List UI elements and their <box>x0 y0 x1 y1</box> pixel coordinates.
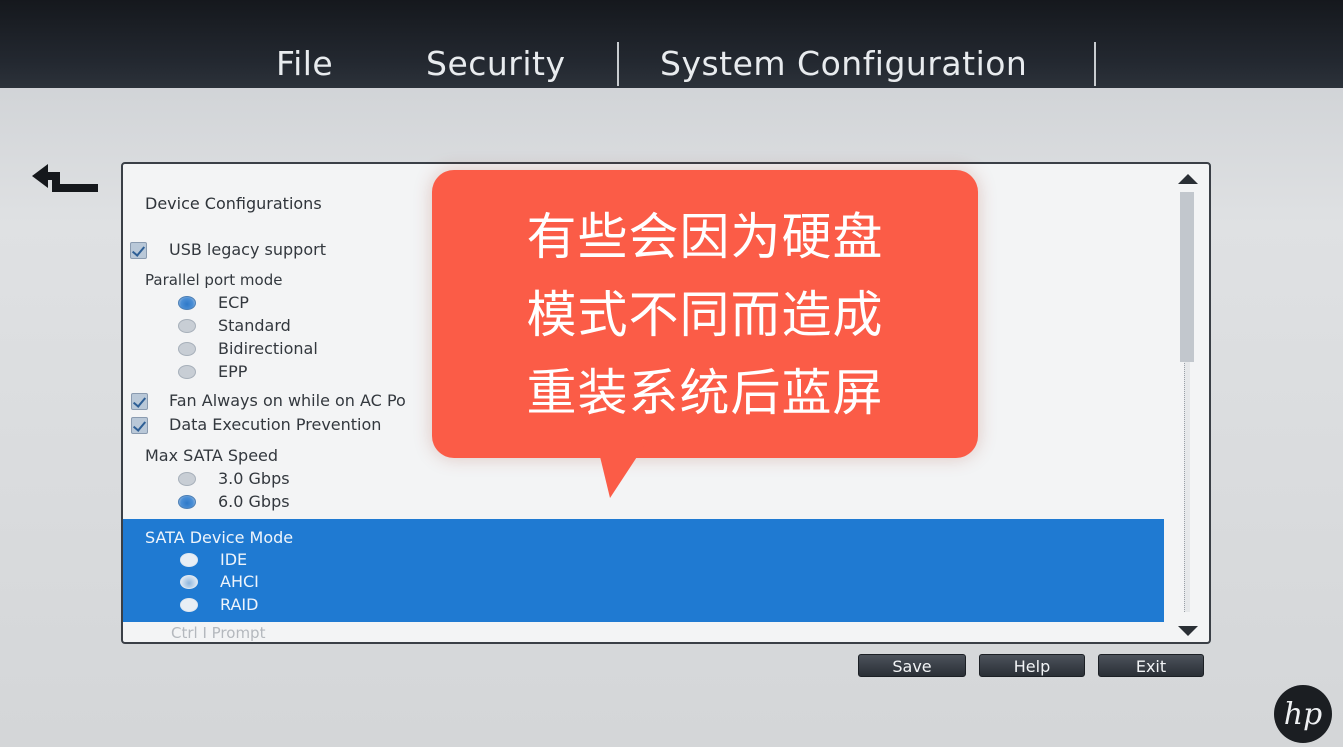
scroll-down-arrow-icon[interactable] <box>1176 624 1200 640</box>
annotation-callout: 有些会因为硬盘 模式不同而造成 重装系统后蓝屏 <box>432 170 978 458</box>
parallel-epp-radio[interactable] <box>178 365 196 379</box>
scroll-thumb[interactable] <box>1180 192 1194 362</box>
sata-mode-ahci-radio[interactable] <box>180 575 198 589</box>
parallel-ecp-radio[interactable] <box>178 296 196 310</box>
sata-mode-raid-label: RAID <box>220 595 259 614</box>
save-button[interactable]: Save <box>858 654 966 677</box>
sata-device-mode-selected-row[interactable]: SATA Device Mode IDE AHCI RAID <box>123 519 1164 622</box>
dep-label: Data Execution Prevention <box>169 415 382 434</box>
menu-security[interactable]: Security <box>426 44 566 83</box>
exit-button[interactable]: Exit <box>1098 654 1204 677</box>
sata-speed-6-radio[interactable] <box>178 495 196 509</box>
sata-speed-3-radio[interactable] <box>178 472 196 486</box>
callout-tail <box>596 440 648 498</box>
hp-logo-icon: hp <box>1274 685 1332 743</box>
section-title: Device Configurations <box>145 194 322 213</box>
parallel-bidirectional-radio[interactable] <box>178 342 196 356</box>
callout-line-3: 重装系统后蓝屏 <box>526 364 884 422</box>
callout-line-2: 模式不同而造成 <box>526 286 884 344</box>
parallel-port-label: Parallel port mode <box>145 271 283 289</box>
fan-always-on-label: Fan Always on while on AC Po <box>169 391 406 410</box>
sata-mode-ide-radio[interactable] <box>180 553 198 567</box>
parallel-epp-label: EPP <box>218 362 248 381</box>
menu-file[interactable]: File <box>276 44 333 83</box>
menu-system-configuration[interactable]: System Configuration <box>660 44 1027 83</box>
sata-speed-6-label: 6.0 Gbps <box>218 492 290 511</box>
back-arrow-icon[interactable] <box>30 162 102 198</box>
parallel-ecp-label: ECP <box>218 293 249 312</box>
svg-text:hp: hp <box>1284 697 1323 732</box>
sata-device-mode-label: SATA Device Mode <box>145 528 294 547</box>
parallel-bidirectional-label: Bidirectional <box>218 339 318 358</box>
menu-separator <box>1094 42 1096 86</box>
ctrl-i-prompt-label[interactable]: Ctrl I Prompt <box>171 624 265 642</box>
callout-text: 有些会因为硬盘 模式不同而造成 重装系统后蓝屏 <box>432 198 978 432</box>
parallel-standard-label: Standard <box>218 316 291 335</box>
help-button[interactable]: Help <box>979 654 1085 677</box>
top-menu-bar: File Security System Configuration <box>0 0 1343 88</box>
sata-mode-raid-radio[interactable] <box>180 598 198 612</box>
sata-mode-ide-label: IDE <box>220 550 248 569</box>
fan-always-on-checkbox[interactable] <box>131 393 148 410</box>
usb-legacy-checkbox[interactable] <box>130 242 147 259</box>
parallel-standard-radio[interactable] <box>178 319 196 333</box>
max-sata-speed-label: Max SATA Speed <box>145 446 279 465</box>
menu-separator <box>617 42 619 86</box>
sata-mode-ahci-label: AHCI <box>220 572 259 591</box>
dep-checkbox[interactable] <box>131 417 148 434</box>
callout-line-1: 有些会因为硬盘 <box>526 208 884 266</box>
vertical-scrollbar[interactable] <box>1174 170 1200 640</box>
usb-legacy-label: USB legacy support <box>169 240 326 259</box>
scroll-up-arrow-icon[interactable] <box>1176 170 1200 186</box>
sata-speed-3-label: 3.0 Gbps <box>218 469 290 488</box>
